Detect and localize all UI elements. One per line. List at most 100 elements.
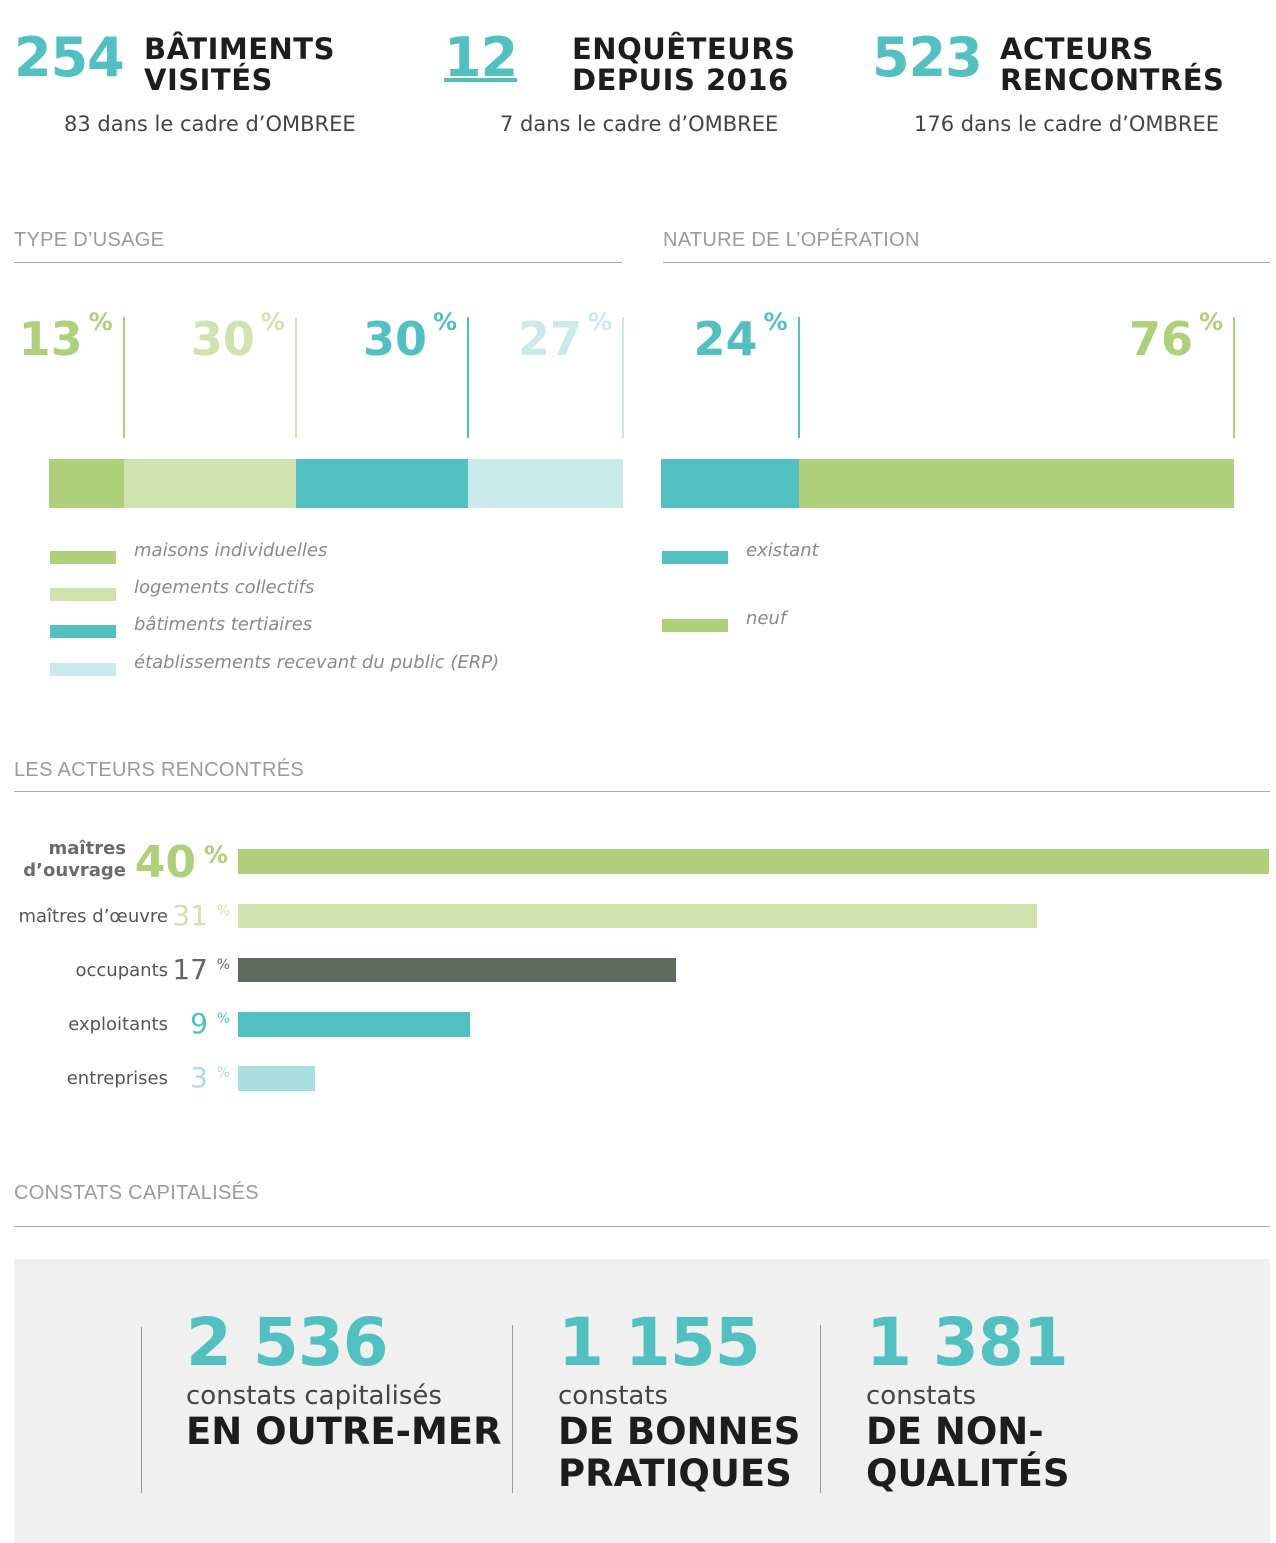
section-rule bbox=[663, 262, 1270, 263]
bar-segment bbox=[123, 459, 296, 508]
stat-subtext: 83 dans le cadre d’OMBREE bbox=[64, 112, 356, 136]
constats-column: 1 155 constats DE BONNES PRATIQUES bbox=[558, 1307, 800, 1495]
percent-sign: % bbox=[763, 308, 788, 336]
constats-panel: 2 536 constats capitalisés EN OUTRE-MER … bbox=[14, 1259, 1270, 1543]
legend-label: bâtiments tertiaires bbox=[134, 614, 313, 635]
constats-heading-line: EN OUTRE-MER bbox=[186, 1410, 502, 1453]
percent-sign: % bbox=[216, 957, 230, 973]
section-rule bbox=[14, 1226, 1270, 1227]
bar-segment bbox=[661, 459, 799, 508]
segment-divider bbox=[1233, 317, 1235, 438]
actor-percentage: 17% bbox=[172, 953, 230, 986]
percentage-label: 76% bbox=[1128, 308, 1223, 366]
actor-label: exploitants bbox=[68, 1014, 168, 1035]
legend-label: établissements recevant du public (ERP) bbox=[134, 652, 500, 673]
actor-label-line: entreprises bbox=[66, 1068, 168, 1089]
actor-percentage: 31% bbox=[172, 899, 230, 932]
stat-heading-line2: RENCONTRÉS bbox=[1000, 63, 1225, 97]
percentage-label: 27% bbox=[517, 308, 612, 366]
percentage-label: 13% bbox=[18, 308, 113, 366]
constats-subtext: constats bbox=[866, 1381, 977, 1411]
stat-heading: ACTEURS RENCONTRÉS bbox=[1000, 34, 1224, 96]
legend-label: existant bbox=[746, 540, 819, 561]
legend-swatch bbox=[662, 551, 728, 564]
legend-label: neuf bbox=[746, 608, 787, 629]
percent-sign: % bbox=[587, 308, 612, 336]
segment-divider bbox=[797, 317, 800, 438]
legend-swatch bbox=[50, 588, 116, 601]
constats-heading: DE BONNES PRATIQUES bbox=[558, 1411, 800, 1495]
segment-divider bbox=[294, 317, 297, 438]
legend-swatch bbox=[662, 619, 728, 632]
percent-sign: % bbox=[216, 903, 230, 919]
section-title-usage: TYPE D’USAGE bbox=[14, 229, 165, 251]
constats-divider bbox=[141, 1327, 142, 1493]
legend-label: logements collectifs bbox=[134, 577, 315, 598]
bar-segment bbox=[798, 459, 1234, 508]
actor-bar bbox=[238, 1066, 316, 1091]
section-rule bbox=[14, 262, 622, 263]
actor-bar bbox=[238, 849, 1269, 874]
stat-subtext: 7 dans le cadre d’OMBREE bbox=[500, 112, 779, 136]
constats-column: 1 381 constats DE NON- QUALITÉS bbox=[866, 1307, 1070, 1495]
bar-segment bbox=[295, 459, 468, 508]
actor-label-line: d’ouvrage bbox=[23, 860, 126, 881]
actor-bar bbox=[238, 904, 1038, 928]
actor-label: maîtres d’œuvre bbox=[18, 906, 168, 927]
percent-sign: % bbox=[203, 841, 228, 869]
percentage-label: 30% bbox=[363, 308, 458, 366]
section-title-acteurs: LES ACTEURS RENCONTRÉS bbox=[14, 759, 304, 781]
stat-heading-line1: ACTEURS bbox=[1000, 32, 1154, 66]
percent-sign: % bbox=[1198, 308, 1223, 336]
percentage-label: 24% bbox=[693, 308, 788, 366]
stat-heading: BÂTIMENTS VISITÉS bbox=[144, 34, 335, 96]
legend-swatch bbox=[50, 551, 116, 564]
stat-value: 523 bbox=[872, 26, 983, 89]
stat-value: 254 bbox=[14, 26, 125, 89]
actor-percentage: 3% bbox=[190, 1061, 230, 1094]
stat-heading-line2: DEPUIS 2016 bbox=[572, 63, 789, 97]
stat-heading: ENQUÊTEURS DEPUIS 2016 bbox=[572, 34, 795, 96]
percent-sign: % bbox=[432, 308, 458, 336]
section-title-operation: NATURE DE L’OPÉRATION bbox=[663, 229, 920, 251]
actor-label-line: maîtres d’œuvre bbox=[18, 906, 168, 927]
actor-percentage: 9% bbox=[190, 1007, 230, 1040]
constats-heading: EN OUTRE-MER bbox=[186, 1411, 502, 1453]
constats-subtext: constats capitalisés bbox=[186, 1381, 442, 1411]
actor-label-line: maîtres bbox=[48, 838, 126, 859]
constats-column: 2 536 constats capitalisés EN OUTRE-MER bbox=[186, 1307, 502, 1453]
actor-label: maîtres d’ouvrage bbox=[23, 838, 126, 882]
constats-heading-line: QUALITÉS bbox=[866, 1452, 1070, 1495]
constats-value: 2 536 bbox=[186, 1304, 389, 1381]
segment-divider bbox=[467, 317, 470, 438]
legend-swatch bbox=[50, 625, 116, 638]
percentage-label: 30% bbox=[190, 308, 285, 366]
constats-heading: DE NON- QUALITÉS bbox=[866, 1411, 1070, 1495]
actor-bar bbox=[238, 958, 677, 982]
constats-heading-line: PRATIQUES bbox=[558, 1452, 792, 1495]
section-rule bbox=[14, 791, 1270, 792]
legend-swatch bbox=[50, 663, 116, 676]
legend-label: maisons individuelles bbox=[134, 540, 328, 561]
stat-subtext: 176 dans le cadre d’OMBREE bbox=[914, 112, 1220, 136]
stat-acteurs: 523 ACTEURS RENCONTRÉS 176 dans le cadre… bbox=[872, 28, 1272, 148]
actor-percentage: 40% bbox=[135, 841, 228, 885]
constats-heading-line: DE NON- bbox=[866, 1410, 1044, 1453]
stat-enqueteurs: 12 ENQUÊTEURS DEPUIS 2016 7 dans le cadr… bbox=[444, 28, 844, 148]
stat-heading-line2: VISITÉS bbox=[144, 63, 273, 97]
actor-label: occupants bbox=[75, 960, 168, 981]
stat-batiments: 254 BÂTIMENTS VISITÉS 83 dans le cadre d… bbox=[14, 28, 414, 148]
constats-value: 1 381 bbox=[866, 1304, 1069, 1381]
stat-heading-line1: ENQUÊTEURS bbox=[572, 32, 796, 66]
constats-subtext: constats bbox=[558, 1381, 669, 1411]
actor-label-line: occupants bbox=[75, 960, 168, 981]
actor-bar bbox=[238, 1012, 470, 1037]
percent-sign: % bbox=[216, 1065, 230, 1081]
bar-segment bbox=[49, 459, 124, 508]
segment-divider bbox=[622, 317, 624, 438]
percent-sign: % bbox=[88, 308, 113, 336]
stat-value: 12 bbox=[444, 26, 518, 89]
constats-heading-line: DE BONNES bbox=[558, 1410, 801, 1453]
percent-sign: % bbox=[260, 308, 285, 336]
percent-sign: % bbox=[216, 1011, 230, 1027]
